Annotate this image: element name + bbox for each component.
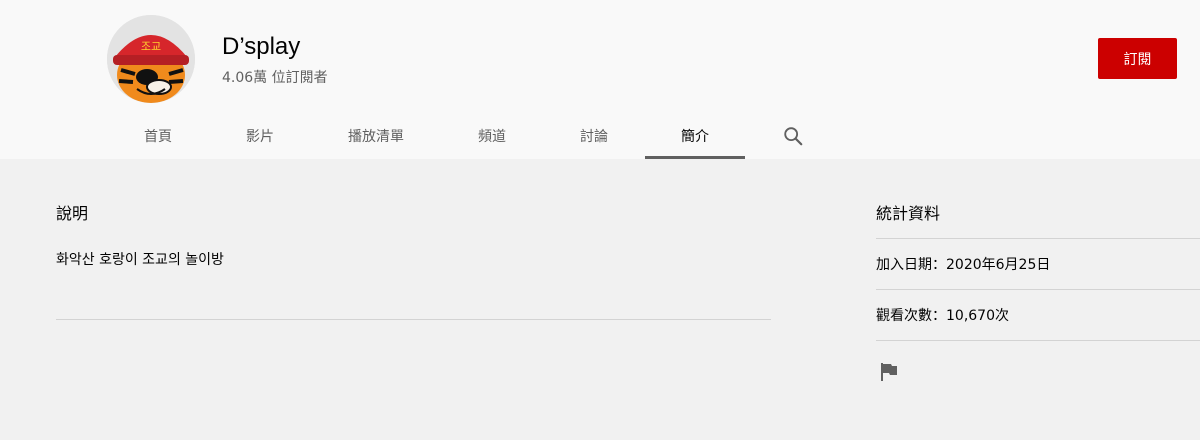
tab-search[interactable] — [745, 112, 841, 159]
subscriber-count: 4.06萬 位訂閱者 — [222, 70, 328, 86]
tiger-avatar-image: 조교 — [107, 15, 195, 103]
search-icon[interactable] — [782, 125, 804, 147]
tab-discussion[interactable]: 討論 — [543, 112, 645, 159]
channel-description: 화악산 호랑이 조교의 놀이방 — [56, 252, 224, 268]
flag-icon[interactable] — [876, 360, 900, 384]
joined-date: 加入日期：2020年6月25日 — [876, 238, 1200, 289]
tab-channels[interactable]: 頻道 — [441, 112, 543, 159]
channel-tabs: 首頁 影片 播放清單 頻道 討論 簡介 — [107, 112, 841, 159]
tab-playlists[interactable]: 播放清單 — [311, 112, 441, 159]
divider — [56, 319, 771, 320]
subscribe-button[interactable]: 訂閱 — [1098, 38, 1177, 79]
avatar-cap-text: 조교 — [141, 40, 161, 53]
tab-about[interactable]: 簡介 — [645, 112, 745, 159]
channel-header: 조교 D’splay 4.06萬 位訂閱者 訂閱 首頁 影片 播放清單 頻道 討… — [0, 0, 1200, 159]
channel-name: D’splay — [222, 33, 301, 60]
stats-sidebar: 統計資料 加入日期：2020年6月25日 觀看次數：10,670次 — [876, 190, 1200, 388]
tab-home[interactable]: 首頁 — [107, 112, 209, 159]
about-main: 說明 화악산 호랑이 조교의 놀이방 — [56, 190, 771, 320]
divider — [876, 340, 1200, 342]
description-title: 說明 — [56, 204, 89, 223]
channel-avatar[interactable]: 조교 — [107, 15, 195, 103]
tab-videos[interactable]: 影片 — [209, 112, 311, 159]
stats-title: 統計資料 — [876, 204, 941, 223]
view-count: 觀看次數：10,670次 — [876, 289, 1200, 340]
